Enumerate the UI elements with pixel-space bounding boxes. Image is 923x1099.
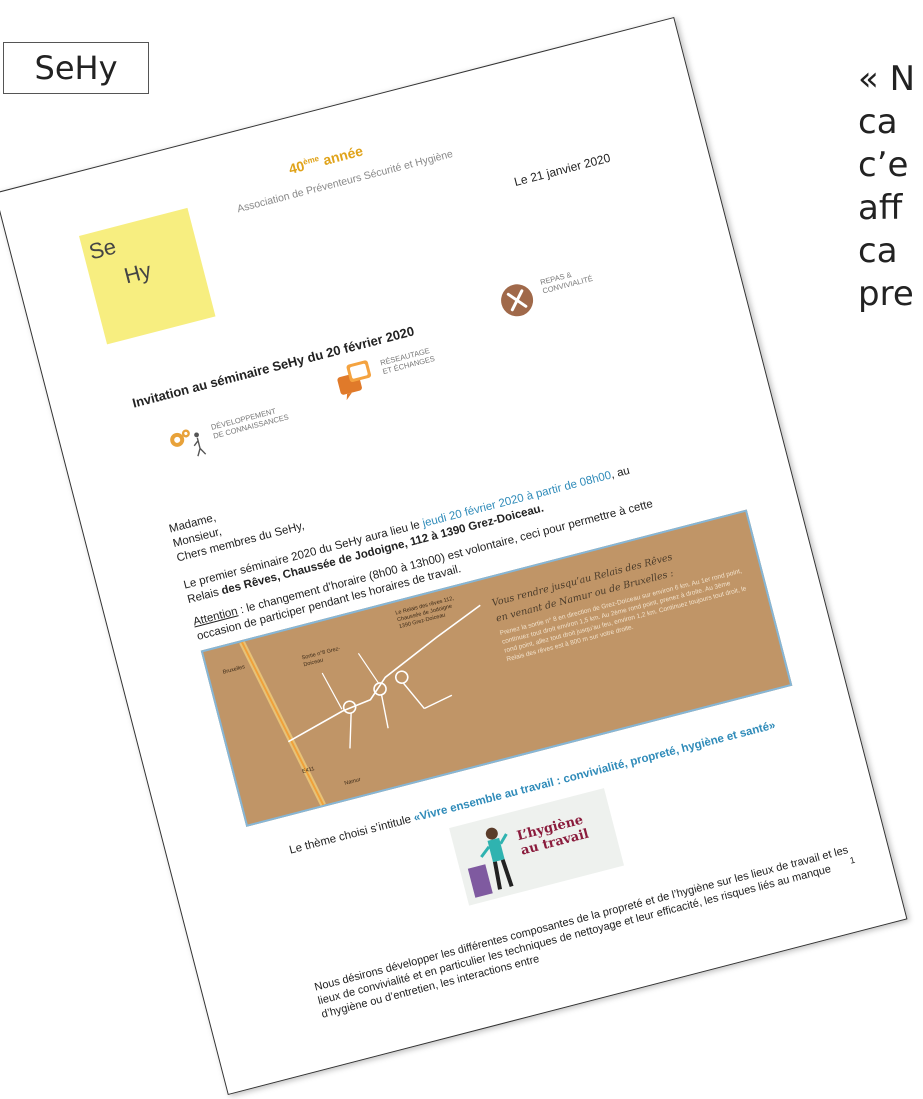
invitation-letter-page: Se Hy 40ème année Association de Prévent… [0,16,908,1096]
service-development-label: DÉVELOPPEMENT DE CONNAISSANCES [210,404,290,440]
letter-date: Le 21 janvier 2020 [512,150,612,189]
quote-line: « N [858,59,916,99]
cutlery-icon [501,284,534,317]
quote-line: aff [858,188,903,228]
service-meal-label: REPAS & CONVIVIALITÉ [539,265,594,295]
slide: SeHy « N ca c’e aff ca pre Se Hy 40ème a… [0,0,923,1099]
quote-line: ca [858,231,898,271]
quote-line: pre [858,274,914,314]
quote-line: c’e [858,145,909,185]
year-word: année [317,142,365,170]
theme-prefix: Le thème choisi s’intitule [288,812,416,857]
p1-text: , au [609,464,632,482]
service-networking-label: RÉSEAUTAGE ET ÉCHANGES [379,345,435,376]
anniversary-year: 40ème année [287,142,365,177]
logo-text-se: Se [86,233,119,265]
quote-text-fragment: « N ca c’e aff ca pre [858,58,915,316]
sehy-tag-label: SeHy [3,42,149,94]
gears-icon [170,429,207,457]
quote-line: ca [858,102,898,142]
chat-bubbles-icon [337,360,372,401]
sehy-logo: Se Hy [79,207,216,345]
logo-text-hy: Hy [121,257,154,289]
illustration-title: L’hygiène au travail [516,812,591,859]
